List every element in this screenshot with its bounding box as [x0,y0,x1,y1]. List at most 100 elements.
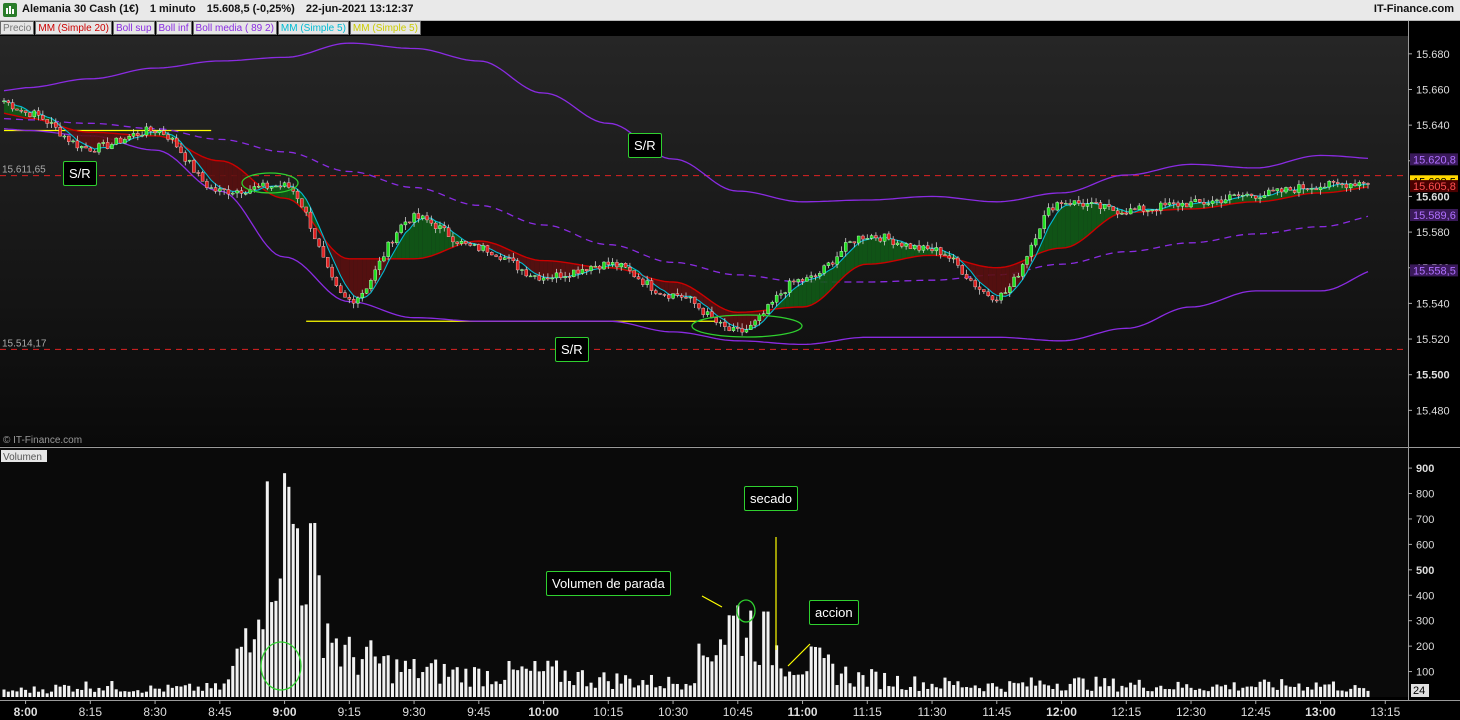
volume-bar [356,674,360,697]
candle [1141,205,1146,212]
candle [766,304,770,314]
volume-bar [701,655,705,697]
candle [1353,183,1357,187]
volume-bar [403,660,407,697]
candle [313,228,317,240]
volume-last-badge: 24 [1413,685,1425,697]
candle [1059,202,1064,204]
candle [287,182,291,188]
volume-bar [201,690,205,697]
volume-bar [934,687,938,697]
price-tick-label: 15.680 [1416,49,1450,61]
volume-bar [2,689,6,697]
ma-ribbon [418,218,423,259]
price-tick-label: 15.640 [1416,120,1450,132]
legend-item[interactable]: Boll media ( 89 2) [192,21,277,35]
volume-bar [84,681,88,697]
candle [446,227,451,237]
candle [757,315,762,322]
legend-item[interactable]: MM (Simple 5) [277,21,349,35]
volume-bar [1081,678,1085,697]
candle [831,262,835,265]
legend-item[interactable]: MM (Simple 5) [349,21,421,35]
legend-item[interactable]: Boll sup [112,21,155,35]
volume-bar [723,644,727,697]
volume-bar [192,690,196,697]
candle [1219,199,1223,204]
volume-bar [1362,688,1366,697]
candle [261,182,265,187]
candle [1202,202,1206,205]
ma-ribbon [802,280,807,307]
candle [317,238,321,247]
legend-item[interactable]: MM (Simple 20) [35,21,112,35]
volume-bar [97,687,101,697]
volume-bar [231,665,235,697]
ma-ribbon [1091,203,1097,233]
candle [412,213,416,223]
candle [442,225,446,229]
legend-item[interactable]: Precio [0,21,35,35]
volume-bar [1297,683,1301,697]
volume-bar [218,689,222,697]
volume-bar [1185,684,1189,697]
volume-bar [326,623,330,697]
volume-bar [80,689,84,697]
volume-bar [895,675,900,697]
candle [1111,206,1116,211]
volume-bar [1275,689,1279,697]
volume-bar [378,663,382,697]
volume-bar [300,605,304,697]
volume-bar [1042,684,1046,697]
candle [1228,194,1232,200]
volume-bar [1111,678,1115,697]
price-tick-label: 15.580 [1416,227,1450,239]
volume-tick-label: 100 [1416,667,1434,679]
volume-bar [1008,681,1012,697]
candle [615,262,619,268]
volume-bar [593,687,597,697]
candle [1167,202,1172,206]
volume-bar [1047,685,1051,697]
candle [235,190,239,194]
volume-bar [680,689,684,697]
candle [71,140,75,143]
ma-ribbon [422,218,428,259]
volume-bar [542,671,546,697]
volume-bar [602,672,606,697]
candle [373,269,377,281]
volume-bar [1060,690,1064,697]
volume-bar [1172,689,1176,697]
volume-bar [546,660,550,697]
volume-tick-label: 500 [1416,565,1434,577]
volume-bar [464,668,468,697]
candle [727,326,731,331]
candle [127,135,131,140]
volume-bar [848,683,852,697]
candle [1193,199,1198,202]
volume-bar [766,611,770,697]
time-tick-label: 11:00 [788,705,818,719]
volume-bar [831,663,835,697]
volume-bar [788,671,792,697]
candle [1137,205,1141,210]
candle [10,102,15,110]
volume-bar [1198,688,1202,697]
volume-bar [563,670,567,697]
legend-item[interactable]: Boll inf [155,21,192,35]
candle [455,241,459,244]
ma-ribbon [232,164,238,192]
candle [1072,200,1077,205]
volume-bar [537,671,541,697]
volume-bar [926,688,930,697]
candle [62,135,67,138]
ma-ribbon [1065,204,1071,248]
candle [792,280,796,283]
volume-bar [749,610,753,697]
candle [679,295,684,298]
volume-bar [196,686,200,697]
candle [740,328,744,333]
candle [736,327,740,329]
candle [550,277,554,280]
ma-ribbon [1057,207,1062,249]
